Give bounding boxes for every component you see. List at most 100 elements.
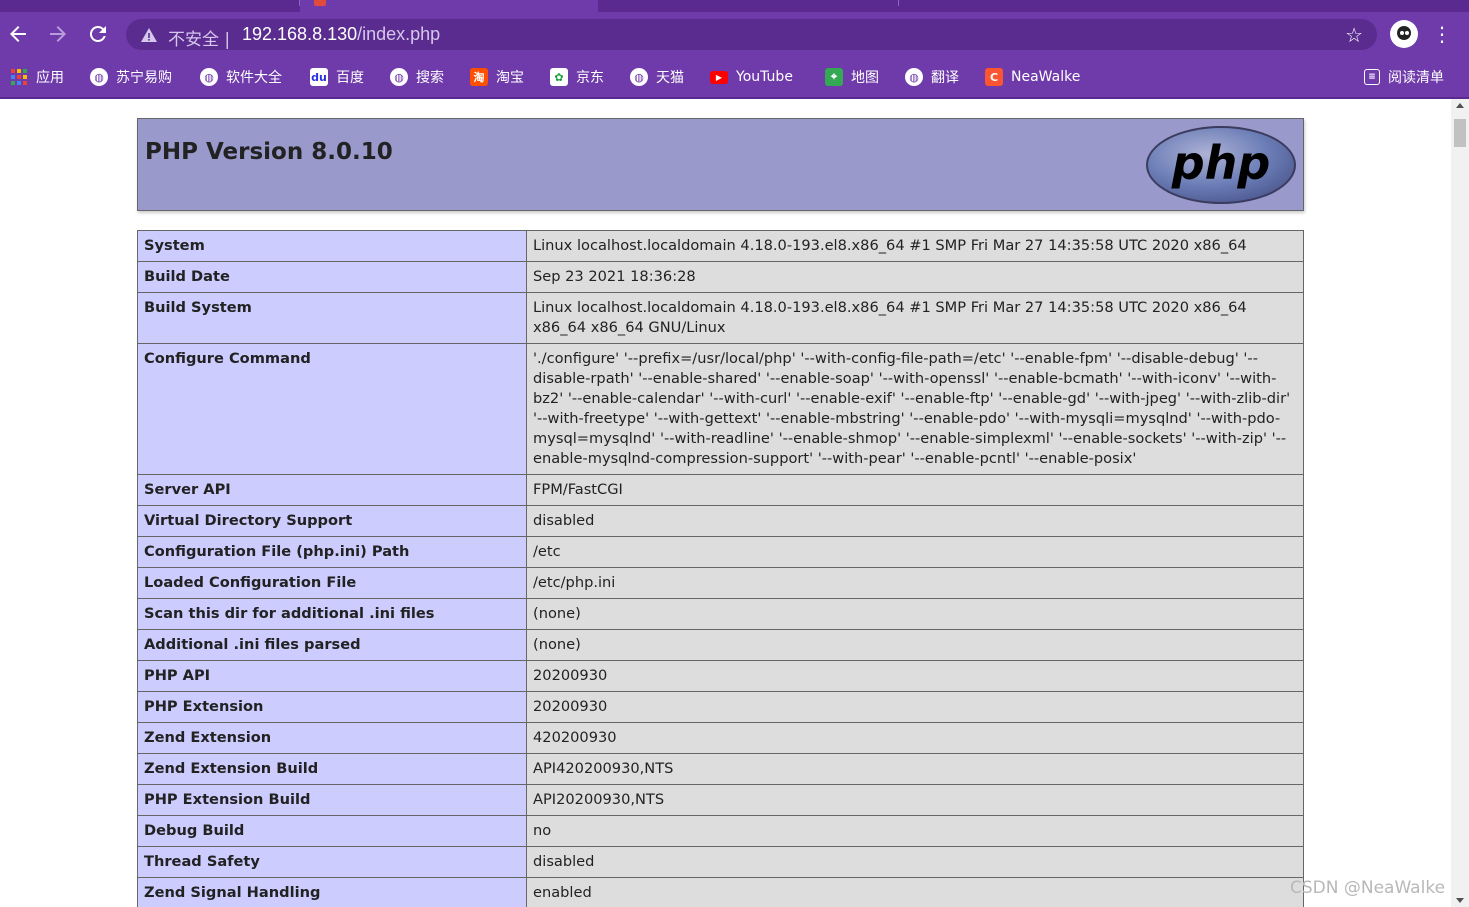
bookmark-tmall[interactable]: ◍ 天猫 <box>630 66 684 88</box>
warning-icon[interactable] <box>140 26 158 44</box>
row-value: Linux localhost.localdomain 4.18.0-193.e… <box>526 292 1304 344</box>
reading-list[interactable]: ≡ 阅读清单 <box>1364 66 1444 88</box>
php-logo-text: php <box>1171 136 1271 190</box>
row-value: disabled <box>526 846 1304 878</box>
tab-favicon-icon <box>314 0 326 6</box>
row-value: API20200930,NTS <box>526 784 1304 816</box>
apps-grid-icon <box>10 68 28 86</box>
table-row: Virtual Directory Support disabled <box>137 505 1304 537</box>
reading-list-icon: ≡ <box>1364 69 1380 85</box>
profile-avatar[interactable] <box>1390 20 1418 48</box>
bookmark-translate[interactable]: ◍ 翻译 <box>905 66 959 88</box>
row-value: './configure' '--prefix=/usr/local/php' … <box>526 343 1304 475</box>
bookmark-jd[interactable]: ✿ 京东 <box>550 66 604 88</box>
bookmark-youtube[interactable]: ▶ YouTube <box>710 66 793 88</box>
more-menu-icon[interactable]: ⋮ <box>1432 21 1452 47</box>
url-text[interactable]: 192.168.8.130/index.php <box>242 24 440 45</box>
scroll-up-icon[interactable] <box>1456 103 1464 108</box>
row-key: Configure Command <box>137 343 527 475</box>
tab-strip <box>0 0 1469 12</box>
row-key: Configuration File (php.ini) Path <box>137 536 527 568</box>
bookmark-label: YouTube <box>736 69 793 85</box>
table-row: Zend Signal Handling enabled <box>137 877 1304 907</box>
globe-icon: ◍ <box>630 68 648 86</box>
bookmark-label: 天猫 <box>656 70 684 86</box>
bookmark-neawalke[interactable]: C NeaWalke <box>985 66 1080 88</box>
scroll-down-icon[interactable] <box>1456 898 1464 903</box>
csdn-icon: C <box>985 68 1003 86</box>
bookmark-label: 京东 <box>576 70 604 86</box>
row-key: Debug Build <box>137 815 527 847</box>
bookmark-software[interactable]: ◍ 软件大全 <box>200 66 282 88</box>
row-value: /etc <box>526 536 1304 568</box>
avatar-eye <box>1400 31 1404 35</box>
jd-icon: ✿ <box>550 68 568 86</box>
globe-icon: ◍ <box>200 68 218 86</box>
page-title: PHP Version 8.0.10 <box>145 139 393 165</box>
globe-icon: ◍ <box>90 68 108 86</box>
reading-list-label: 阅读清单 <box>1388 70 1444 86</box>
table-row: Debug Build no <box>137 815 1304 847</box>
row-value: Linux localhost.localdomain 4.18.0-193.e… <box>526 230 1304 262</box>
row-key: Loaded Configuration File <box>137 567 527 599</box>
table-row: Configuration File (php.ini) Path/etc <box>137 536 1304 568</box>
table-row: Zend Extension 420200930 <box>137 722 1304 754</box>
row-value: 20200930 <box>526 691 1304 723</box>
row-key: Build System <box>137 292 527 344</box>
php-logo-icon: php <box>1146 126 1296 204</box>
row-key: Thread Safety <box>137 846 527 878</box>
table-row: Scan this dir for additional .ini files(… <box>137 598 1304 630</box>
row-key: System <box>137 230 527 262</box>
baidu-icon: du <box>310 68 328 86</box>
back-arrow-icon[interactable] <box>6 22 30 46</box>
table-row: Build Date Sep 23 2021 18:36:28 <box>137 261 1304 293</box>
reload-icon[interactable] <box>86 22 110 46</box>
row-key: PHP Extension Build <box>137 784 527 816</box>
table-row: PHP API 20200930 <box>137 660 1304 692</box>
page-viewport: PHP Version 8.0.10 php System Linux local… <box>0 99 1451 907</box>
row-key: Additional .ini files parsed <box>137 629 527 661</box>
table-row: PHP Extension 20200930 <box>137 691 1304 723</box>
bookmark-star-icon[interactable]: ☆ <box>1345 23 1363 47</box>
browser-toolbar: 不安全 | 192.168.8.130/index.php ☆ ⋮ <box>0 12 1469 57</box>
row-key: Scan this dir for additional .ini files <box>137 598 527 630</box>
row-key: Virtual Directory Support <box>137 505 527 537</box>
row-value: disabled <box>526 505 1304 537</box>
table-row: Additional .ini files parsed (none) <box>137 629 1304 661</box>
bookmark-baidu[interactable]: du 百度 <box>310 66 364 88</box>
php-info-table: System Linux localhost.localdomain 4.18.0… <box>137 230 1304 907</box>
bookmark-maps[interactable]: ⌖ 地图 <box>825 66 879 88</box>
table-row: System Linux localhost.localdomain 4.18.0… <box>137 230 1304 262</box>
vertical-scrollbar[interactable] <box>1451 99 1469 907</box>
row-value: enabled <box>526 877 1304 907</box>
bookmark-apps[interactable]: 应用 <box>10 66 64 88</box>
row-value: 20200930 <box>526 660 1304 692</box>
row-key: Zend Extension <box>137 722 527 754</box>
url-path: /index.php <box>357 24 441 44</box>
taobao-icon: 淘 <box>470 68 488 86</box>
table-row: Configure Command './configure' '--prefix… <box>137 343 1304 475</box>
watermark: CSDN @NeaWalke <box>1290 878 1446 898</box>
scrollbar-thumb[interactable] <box>1454 119 1466 147</box>
security-label[interactable]: 不安全 | <box>168 25 230 50</box>
globe-icon: ◍ <box>905 68 923 86</box>
tab-separator <box>898 0 899 6</box>
forward-arrow-icon[interactable] <box>46 22 70 46</box>
tab-active[interactable] <box>300 0 598 12</box>
bookmark-suning[interactable]: ◍ 苏宁易购 <box>90 66 172 88</box>
row-key: Zend Signal Handling <box>137 877 527 907</box>
table-row: Loaded Configuration File/etc/php.ini <box>137 567 1304 599</box>
table-row: Thread Safety disabled <box>137 846 1304 878</box>
row-value: Sep 23 2021 18:36:28 <box>526 261 1304 293</box>
globe-icon: ◍ <box>390 68 408 86</box>
table-row: Build System Linux localhost.localdomain … <box>137 292 1304 344</box>
bookmark-label: NeaWalke <box>1011 69 1081 85</box>
bookmark-taobao[interactable]: 淘 淘宝 <box>470 66 524 88</box>
bookmark-label: 淘宝 <box>496 70 524 86</box>
avatar-eye <box>1405 31 1409 35</box>
row-value: no <box>526 815 1304 847</box>
address-bar[interactable]: 不安全 | 192.168.8.130/index.php ☆ <box>126 19 1377 50</box>
bookmark-search[interactable]: ◍ 搜索 <box>390 66 444 88</box>
row-value: FPM/FastCGI <box>526 474 1304 506</box>
row-key: PHP Extension <box>137 691 527 723</box>
